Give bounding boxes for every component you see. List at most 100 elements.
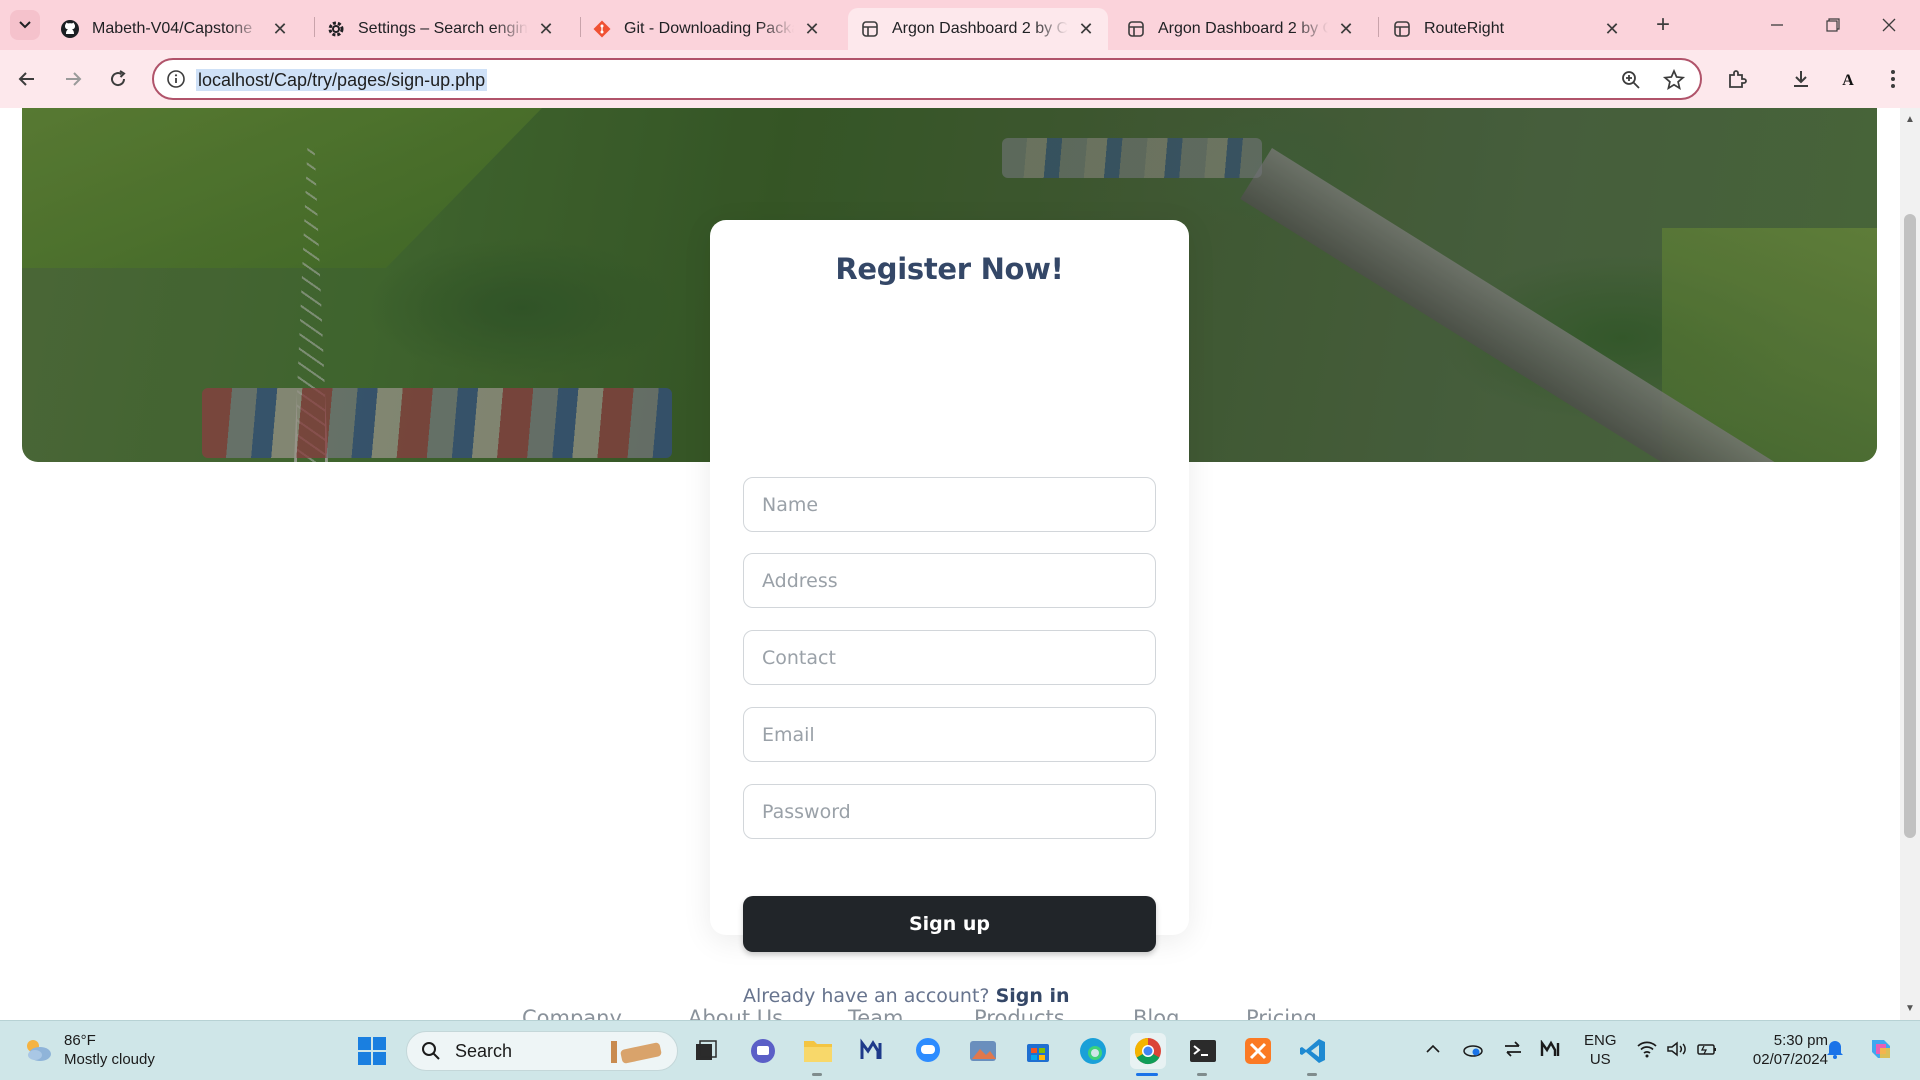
address-field[interactable] — [743, 553, 1156, 608]
footer-links: Company About Us Team Products Blog Pric… — [0, 1006, 1920, 1020]
messenger-button[interactable] — [910, 1033, 946, 1069]
tab-title: Settings – Search engine — [358, 20, 528, 37]
footer-link-products[interactable]: Products — [974, 1006, 1065, 1020]
close-icon[interactable]: ✕ — [1076, 19, 1096, 39]
name-field[interactable] — [743, 477, 1156, 532]
minimize-button[interactable] — [1754, 8, 1800, 42]
language-indicator[interactable]: ENG US — [1584, 1031, 1617, 1069]
search-highlight-icon — [611, 1041, 662, 1064]
scroll-down-icon[interactable]: ▼ — [1904, 1003, 1916, 1015]
close-icon[interactable]: ✕ — [1336, 19, 1356, 39]
tab-github[interactable]: Mabeth-V04/Capstone ✕ — [48, 8, 302, 50]
taskbar: 86°F Mostly cloudy Search ENG US 5:30 pm… — [0, 1020, 1920, 1080]
notifications-button[interactable] — [1824, 1038, 1846, 1060]
close-icon[interactable]: ✕ — [270, 19, 290, 39]
chrome-icon — [1134, 1037, 1161, 1065]
url-text[interactable]: localhost/Cap/try/pages/sign-up.php — [196, 69, 488, 91]
restore-button[interactable] — [1810, 8, 1856, 42]
signin-prompt: Already have an account? Sign in — [743, 985, 1070, 1007]
extensions-button[interactable] — [1722, 64, 1752, 94]
sign-up-button[interactable]: Sign up — [743, 896, 1156, 952]
globe-icon — [860, 19, 880, 39]
address-bar[interactable]: localhost/Cap/try/pages/sign-up.php — [152, 58, 1702, 100]
chat-icon — [751, 1039, 775, 1063]
task-view-button[interactable] — [688, 1033, 724, 1069]
tab-routeright[interactable]: RouteRight ✕ — [1380, 8, 1634, 50]
weather-widget[interactable]: 86°F Mostly cloudy — [22, 1031, 155, 1069]
tab-argon-active[interactable]: Argon Dashboard 2 by Creative Tim ✕ — [848, 8, 1108, 50]
footer-link-pricing[interactable]: Pricing — [1246, 1006, 1317, 1020]
sign-in-link[interactable]: Sign in — [996, 985, 1070, 1007]
tab-settings[interactable]: Settings – Search engine ✕ — [314, 8, 568, 50]
tab-search-button[interactable] — [10, 10, 40, 40]
tab-git-download[interactable]: Git - Downloading Package ✕ — [580, 8, 834, 50]
new-tab-button[interactable]: + — [1650, 11, 1676, 38]
menu-button[interactable] — [1878, 64, 1908, 94]
store-button[interactable] — [1020, 1033, 1056, 1069]
terminal-button[interactable] — [1185, 1033, 1221, 1069]
battery-tray-icon[interactable] — [1696, 1038, 1718, 1060]
clock[interactable]: 5:30 pm 02/07/2024 — [1736, 1031, 1828, 1069]
running-indicator — [1197, 1073, 1207, 1076]
clock-date: 02/07/2024 — [1752, 1051, 1828, 1068]
scroll-up-icon[interactable]: ▲ — [1904, 114, 1916, 126]
profile-button[interactable]: A — [1833, 64, 1863, 94]
running-indicator — [1307, 1073, 1317, 1076]
chrome-button[interactable] — [1130, 1033, 1166, 1069]
chevron-up-icon — [1426, 1044, 1440, 1053]
photos-button[interactable] — [965, 1033, 1001, 1069]
footer-link-team[interactable]: Team — [848, 1006, 904, 1020]
email-field[interactable] — [743, 707, 1156, 762]
download-icon — [1794, 71, 1808, 87]
close-icon[interactable]: ✕ — [1602, 19, 1622, 39]
sync-tray-icon[interactable] — [1502, 1038, 1524, 1060]
app-icon — [1540, 1040, 1560, 1056]
taskbar-search[interactable]: Search — [406, 1031, 678, 1071]
app-icon — [860, 1038, 882, 1059]
wifi-icon — [1637, 1041, 1657, 1058]
zoom-icon[interactable] — [1620, 69, 1642, 91]
tab-title: Mabeth-V04/Capstone — [92, 20, 253, 37]
teams-button[interactable] — [745, 1033, 781, 1069]
wifi-tray-icon[interactable] — [1636, 1038, 1658, 1060]
tab-argon[interactable]: Argon Dashboard 2 by Creative Tim ✕ — [1114, 8, 1368, 50]
reload-button[interactable] — [103, 64, 133, 94]
footer-link-blog[interactable]: Blog — [1133, 1006, 1179, 1020]
password-field[interactable] — [743, 784, 1156, 839]
mail-app-button[interactable] — [855, 1033, 891, 1069]
downloads-button[interactable] — [1786, 64, 1816, 94]
copilot-button[interactable] — [1866, 1034, 1896, 1064]
vscode-button[interactable] — [1295, 1033, 1331, 1069]
app-tray-icon[interactable] — [1540, 1038, 1562, 1060]
forward-button[interactable] — [58, 64, 88, 94]
show-hidden-icons-button[interactable] — [1422, 1038, 1444, 1060]
store-icon — [1027, 1044, 1049, 1062]
restore-icon — [1826, 18, 1840, 32]
onedrive-tray-icon[interactable] — [1462, 1038, 1484, 1060]
page-title: Register Now! — [835, 252, 1064, 286]
tab-title: RouteRight — [1424, 20, 1505, 37]
bookmark-star-icon[interactable] — [1662, 68, 1686, 92]
globe-icon — [1126, 19, 1146, 39]
edge-button[interactable] — [1075, 1033, 1111, 1069]
close-icon[interactable]: ✕ — [802, 19, 822, 39]
windows-icon — [358, 1037, 386, 1065]
footer-link-company[interactable]: Company — [522, 1006, 622, 1020]
close-window-button[interactable] — [1866, 8, 1912, 42]
volume-tray-icon[interactable] — [1666, 1038, 1688, 1060]
cloud-icon — [1463, 1045, 1483, 1057]
messenger-icon — [916, 1038, 940, 1062]
file-explorer-button[interactable] — [800, 1033, 836, 1069]
lang-line2: US — [1589, 1051, 1611, 1068]
back-button[interactable] — [12, 64, 42, 94]
scrollbar-thumb[interactable] — [1904, 214, 1916, 838]
chevron-down-icon — [19, 21, 31, 29]
footer-link-about[interactable]: About Us — [688, 1006, 783, 1020]
xampp-button[interactable] — [1240, 1033, 1276, 1069]
start-button[interactable] — [354, 1033, 390, 1069]
github-icon — [60, 19, 80, 39]
close-icon[interactable]: ✕ — [536, 19, 556, 39]
info-icon[interactable] — [166, 69, 186, 89]
contact-field[interactable] — [743, 630, 1156, 685]
already-text: Already have an account? — [743, 985, 990, 1007]
